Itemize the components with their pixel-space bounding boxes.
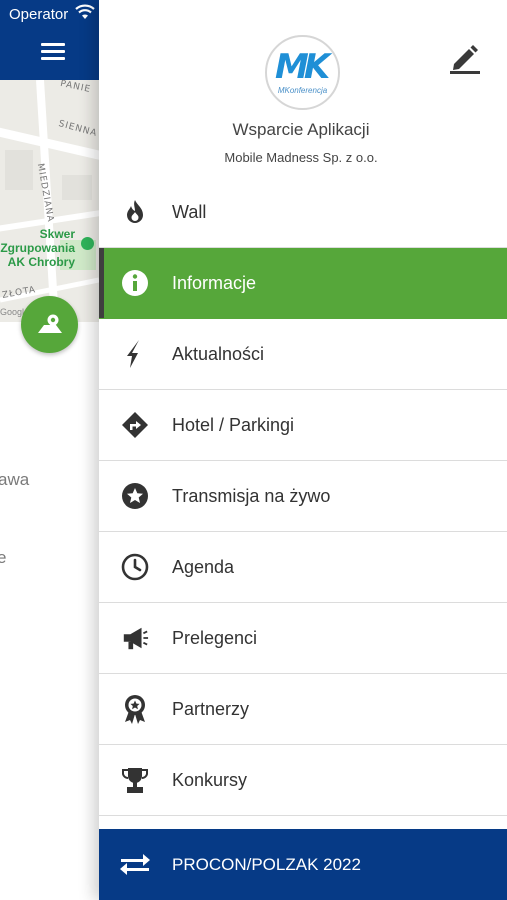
bolt-icon [121,340,149,368]
event-switcher-label: PROCON/POLZAK 2022 [172,854,361,874]
hamburger-menu-icon[interactable] [41,43,65,61]
menu-item-aktualnosci[interactable]: Aktualności [99,319,507,390]
profile-logo: MK MKonferencja [265,35,340,110]
status-carrier: Operator [9,6,69,23]
event-switcher-button[interactable]: PROCON/POLZAK 2022 [99,829,507,900]
directions-icon [121,411,149,439]
clock-icon [121,553,149,581]
star-icon [121,482,149,510]
menu-item-wall[interactable]: Wall [99,177,507,248]
menu-item-label: Konkursy [172,769,248,790]
navigation-drawer: MK MKonferencja Wsparcie Aplikacji Mobil… [99,0,507,900]
app-header: Operator [0,0,99,80]
menu-item-partnerzy[interactable]: Partnerzy [99,674,507,745]
background-app: Operator SIENNA MIEDZIANA ZŁOTA PANIE Sk… [0,0,99,900]
menu-item-label: Transmisja na żywo [172,485,331,506]
background-text: e [0,548,7,567]
flame-icon [121,198,149,226]
menu-item-label: Agenda [172,556,235,577]
menu-item-transmisja[interactable]: Transmisja na żywo [99,461,507,532]
switch-icon [119,851,153,879]
menu-item-label: Wall [172,201,207,222]
poi-marker-icon [81,237,94,250]
map-view[interactable]: SIENNA MIEDZIANA ZŁOTA PANIE Skwer Zgrup… [0,80,99,322]
profile-company: Mobile Madness Sp. z o.o. [224,150,378,165]
menu-item-label: Aktualności [172,343,265,364]
logo-letters: MK [275,47,330,87]
drawer-menu: Wall Informacje Aktualności Hotel / Park… [99,177,507,816]
menu-item-agenda[interactable]: Agenda [99,532,507,603]
info-icon [121,269,149,297]
menu-item-informacje[interactable]: Informacje [99,248,507,319]
menu-item-label: Hotel / Parkingi [172,414,295,435]
map-location-button[interactable] [21,296,78,353]
trophy-icon [121,766,149,794]
wifi-icon [75,4,95,19]
edit-pencil-icon[interactable] [448,40,482,74]
menu-item-label: Partnerzy [172,698,250,719]
map-pin-icon [38,314,62,333]
megaphone-icon [121,624,149,652]
menu-item-label: Prelegenci [172,627,258,648]
menu-item-prelegenci[interactable]: Prelegenci [99,603,507,674]
profile-name: Wsparcie Aplikacji [232,120,370,139]
menu-item-label: Informacje [172,272,257,293]
logo-caption: MKonferencja [277,86,328,95]
background-text: awa [0,470,30,489]
menu-item-hotel-parkingi[interactable]: Hotel / Parkingi [99,390,507,461]
menu-item-konkursy[interactable]: Konkursy [99,745,507,816]
award-icon [121,695,149,724]
